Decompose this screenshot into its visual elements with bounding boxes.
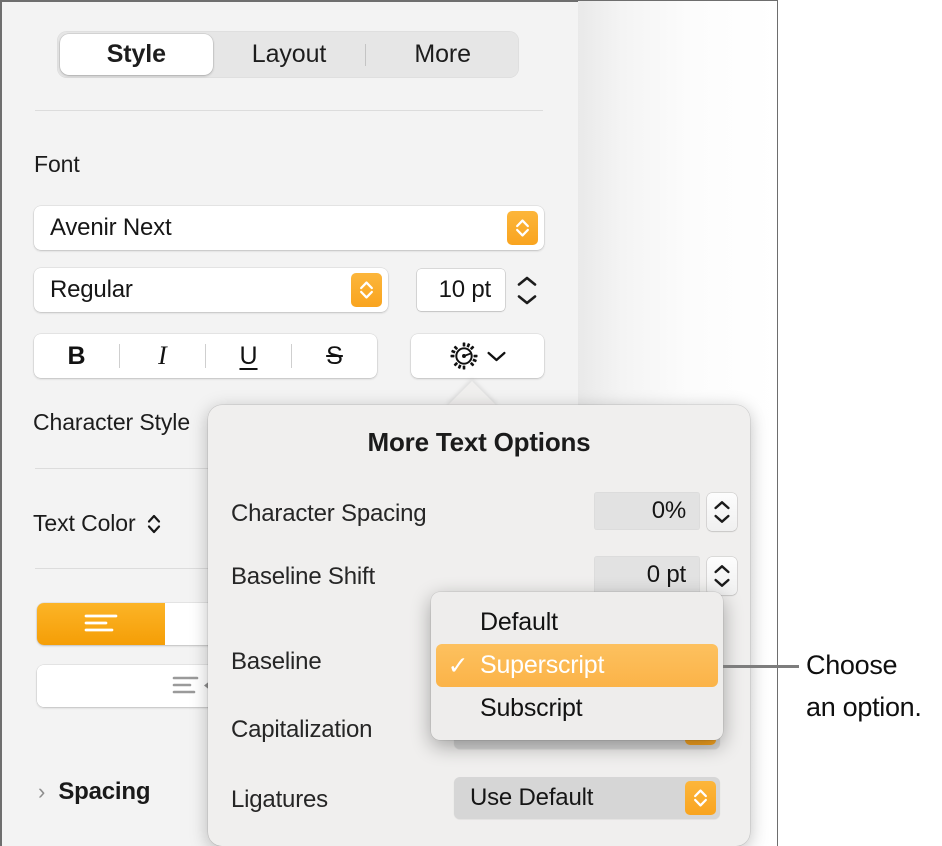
tab-layout[interactable]: Layout: [213, 31, 366, 78]
ligatures-label: Ligatures: [231, 786, 328, 814]
align-left-icon: [82, 610, 120, 638]
bold-button[interactable]: B: [34, 342, 119, 371]
font-size-input[interactable]: 10 pt: [417, 269, 505, 311]
screenshot-root: Style Layout More Font Avenir Next: [0, 0, 942, 846]
indent-decrease-button[interactable]: [37, 665, 149, 707]
menu-item-subscript-label: Subscript: [480, 694, 582, 723]
tab-layout-label: Layout: [252, 40, 326, 69]
stepper-down-icon: [713, 578, 731, 588]
stepper-down-icon: [516, 294, 538, 306]
ligatures-popup[interactable]: Use Default: [454, 777, 720, 819]
italic-glyph: I: [158, 341, 167, 371]
bold-glyph: B: [67, 342, 85, 371]
sidebar-left-border: [0, 0, 2, 846]
font-family-value: Avenir Next: [34, 214, 171, 242]
text-color-label: Text Color: [33, 510, 136, 537]
baseline-label: Baseline: [231, 648, 321, 676]
baseline-shift-input[interactable]: 0 pt: [594, 556, 700, 594]
underline-glyph: U: [239, 342, 257, 371]
character-style-label: Character Style: [33, 409, 190, 436]
chevron-right-icon: ›: [38, 781, 45, 803]
type-style-segmented-control: B I U S: [34, 334, 377, 378]
font-size-value: 10 pt: [439, 276, 505, 304]
tab-style[interactable]: Style: [60, 34, 213, 75]
baseline-shift-stepper[interactable]: [707, 557, 737, 595]
spacing-label: Spacing: [58, 778, 150, 806]
font-size-stepper[interactable]: [512, 268, 542, 312]
font-style-popup[interactable]: Regular: [34, 268, 388, 312]
strikethrough-glyph: S: [326, 342, 343, 371]
paragraph-alignment-controls: [37, 603, 237, 645]
capitalization-label: Capitalization: [231, 716, 372, 744]
canvas-right-border: [777, 0, 778, 846]
stepper-up-icon: [713, 500, 731, 510]
tab-more[interactable]: More: [366, 31, 519, 78]
text-color-control[interactable]: Text Color: [33, 510, 162, 537]
chevron-down-icon: [486, 350, 507, 363]
more-text-options-button[interactable]: [411, 334, 544, 378]
character-spacing-label: Character Spacing: [231, 500, 426, 528]
checkmark-icon: ✓: [436, 651, 480, 681]
gear-icon: [449, 341, 479, 371]
font-family-popup[interactable]: Avenir Next: [34, 206, 544, 250]
stepper-up-icon: [713, 564, 731, 574]
menu-item-superscript[interactable]: ✓ Superscript: [436, 644, 718, 687]
italic-button[interactable]: I: [120, 341, 205, 371]
font-section-heading: Font: [34, 151, 80, 178]
popover-title: More Text Options: [208, 427, 750, 458]
character-spacing-stepper[interactable]: [707, 493, 737, 531]
ligatures-value: Use Default: [454, 784, 593, 812]
menu-item-superscript-label: Superscript: [480, 651, 604, 680]
popover-tail: [446, 381, 498, 407]
baseline-dropdown-menu: Default ✓ Superscript Subscript: [431, 592, 723, 740]
sidebar-top-border: [0, 0, 578, 2]
chevron-up-down-icon: [351, 273, 382, 307]
stepper-down-icon: [713, 514, 731, 524]
menu-item-subscript[interactable]: Subscript: [436, 687, 718, 730]
spacing-disclosure-row[interactable]: › Spacing: [38, 778, 150, 806]
menu-item-default[interactable]: Default: [436, 601, 718, 644]
paragraph-indent-controls: [37, 665, 237, 707]
stepper-up-icon: [516, 275, 538, 287]
underline-button[interactable]: U: [206, 342, 291, 371]
character-spacing-input[interactable]: 0%: [594, 492, 700, 530]
callout-leader-line: [723, 665, 799, 668]
chevron-up-down-icon: [685, 781, 716, 815]
tab-style-label: Style: [107, 40, 166, 69]
tab-more-label: More: [414, 40, 471, 69]
chevron-up-down-icon: [507, 211, 538, 245]
menu-item-default-label: Default: [480, 608, 558, 637]
callout-text: Choose an option.: [806, 645, 922, 729]
baseline-shift-label: Baseline Shift: [231, 563, 375, 591]
strikethrough-button[interactable]: S: [292, 342, 377, 371]
align-left-button[interactable]: [37, 603, 165, 645]
chevron-up-down-icon: [146, 512, 162, 536]
character-spacing-value: 0%: [652, 497, 700, 525]
baseline-shift-value: 0 pt: [647, 561, 700, 589]
sidebar-tabbar: Style Layout More: [57, 31, 519, 78]
divider-under-tabs: [35, 110, 543, 111]
canvas-top-border: [578, 0, 778, 1]
font-style-value: Regular: [34, 276, 133, 304]
